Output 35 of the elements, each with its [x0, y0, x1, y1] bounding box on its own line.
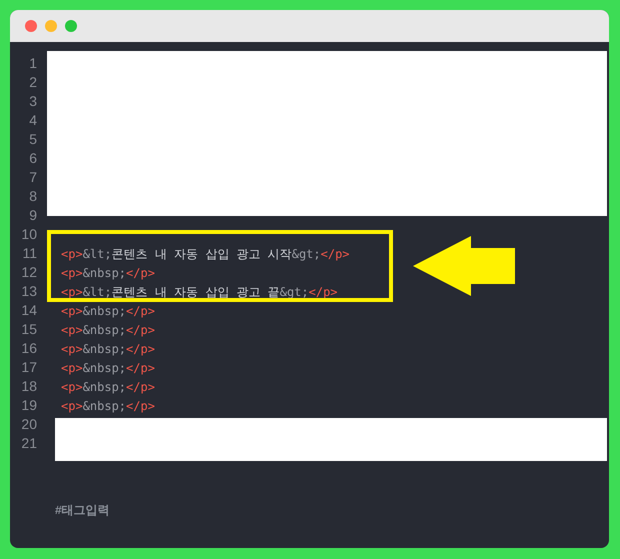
arrow-icon — [413, 236, 515, 296]
line-number: 18 — [20, 377, 37, 396]
code-line: <p>&nbsp;</p> — [61, 360, 155, 376]
line-number: 21 — [20, 434, 37, 453]
line-number: 15 — [20, 320, 37, 339]
line-number: 2 — [28, 73, 37, 92]
zoom-button[interactable] — [65, 20, 77, 32]
line-number: 11 — [21, 244, 37, 263]
line-number: 13 — [20, 282, 37, 301]
code-line: <p>&nbsp;</p> — [61, 264, 155, 282]
tag-input-field[interactable]: #태그입력 — [55, 501, 255, 519]
line-number: 19 — [20, 396, 37, 415]
line-number: 14 — [20, 301, 37, 320]
line-number: 8 — [28, 187, 37, 206]
line-number: 7 — [28, 168, 37, 187]
code-line: <p>&nbsp;</p> — [61, 302, 155, 320]
code-line: <p>&nbsp;</p> — [61, 398, 155, 414]
close-button[interactable] — [25, 20, 37, 32]
line-number: 10 — [20, 225, 37, 244]
code-line: <p>&nbsp;</p> — [61, 340, 155, 358]
line-number: 4 — [28, 111, 37, 130]
line-number: 9 — [28, 206, 37, 225]
code-line: <p>&lt;콘텐츠 내 자동 삽입 광고 시작&gt;</p> — [61, 246, 350, 262]
line-number: 1 — [28, 54, 37, 73]
line-number: 20 — [20, 415, 37, 434]
line-number: 5 — [28, 130, 37, 149]
minimize-button[interactable] — [45, 20, 57, 32]
code-line: <p>&lt;콘텐츠 내 자동 삽입 광고 끝&gt;</p> — [61, 284, 338, 300]
line-number: 17 — [20, 358, 37, 377]
line-number: 6 — [28, 149, 37, 168]
code-line: <p>&nbsp;</p> — [61, 322, 155, 338]
line-number: 16 — [20, 339, 37, 358]
line-number: 12 — [20, 263, 37, 282]
line-number: 3 — [28, 92, 37, 111]
code-line: <p>&nbsp;</p> — [61, 378, 155, 396]
